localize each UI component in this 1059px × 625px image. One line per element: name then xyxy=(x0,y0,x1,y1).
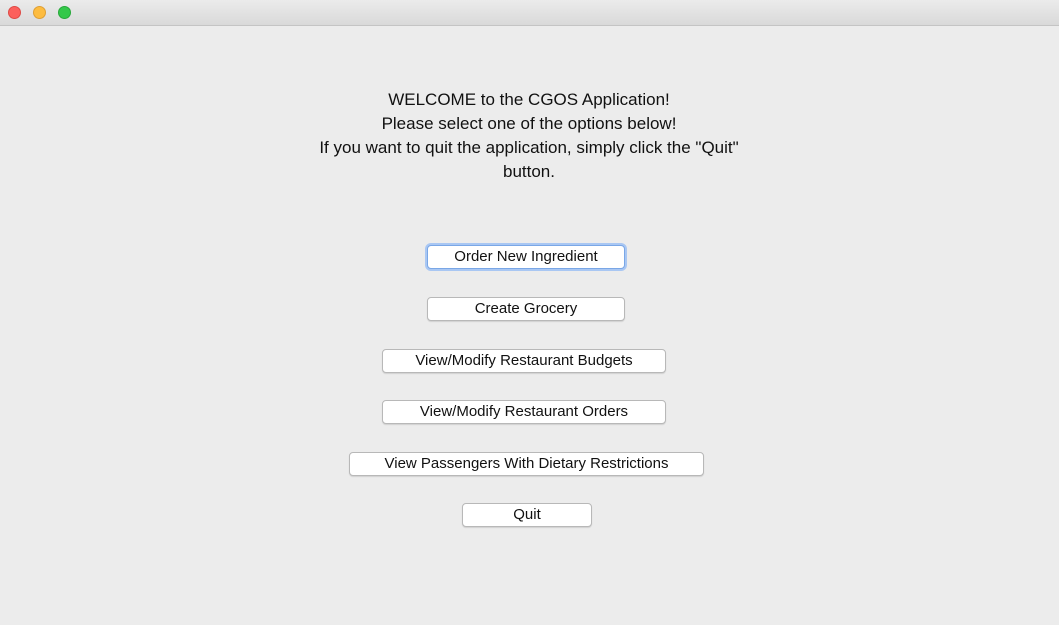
create-grocery-button[interactable]: Create Grocery xyxy=(427,297,625,321)
quit-button[interactable]: Quit xyxy=(462,503,592,527)
welcome-line-2: Please select one of the options below! xyxy=(381,114,677,133)
welcome-message: WELCOME to the CGOS Application! Please … xyxy=(229,88,829,184)
close-window-button[interactable] xyxy=(8,6,21,19)
welcome-line-3: If you want to quit the application, sim… xyxy=(319,138,739,157)
welcome-line-1: WELCOME to the CGOS Application! xyxy=(388,90,670,109)
app-window: WELCOME to the CGOS Application! Please … xyxy=(0,0,1059,625)
minimize-window-button[interactable] xyxy=(33,6,46,19)
zoom-window-button[interactable] xyxy=(58,6,71,19)
title-bar[interactable] xyxy=(0,0,1059,26)
view-modify-restaurant-orders-button[interactable]: View/Modify Restaurant Orders xyxy=(382,400,666,424)
order-new-ingredient-button[interactable]: Order New Ingredient xyxy=(427,245,625,269)
welcome-line-4: button. xyxy=(503,162,555,181)
view-passengers-dietary-restrictions-button[interactable]: View Passengers With Dietary Restriction… xyxy=(349,452,704,476)
view-modify-restaurant-budgets-button[interactable]: View/Modify Restaurant Budgets xyxy=(382,349,666,373)
